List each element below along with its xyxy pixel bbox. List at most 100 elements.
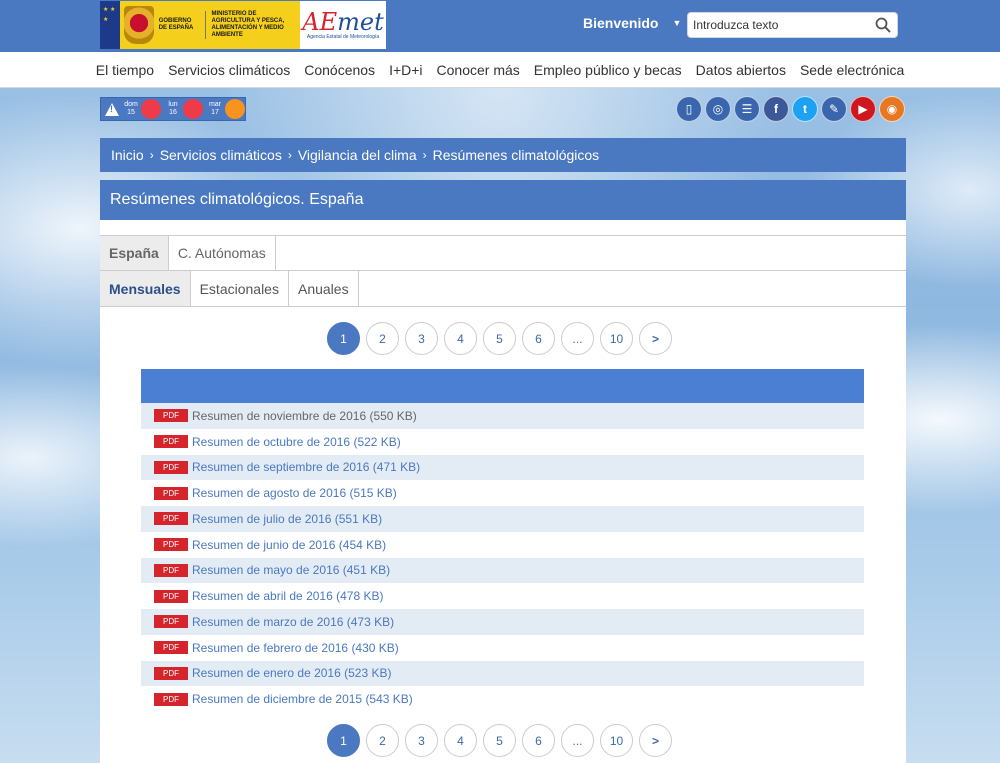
alert-level-icon[interactable] [141, 99, 161, 119]
document-link[interactable]: Resumen de agosto de 2016 (515 KB) [192, 486, 397, 500]
pdf-icon[interactable]: PDF [154, 589, 188, 603]
page-button-4[interactable]: 4 [444, 724, 477, 757]
page-button-3[interactable]: 3 [405, 724, 438, 757]
page-button-4[interactable]: 4 [444, 322, 477, 355]
page-button-5[interactable]: 5 [483, 724, 516, 757]
weather-alerts[interactable]: dom15 lun16 mar17 [100, 97, 246, 121]
list-icon[interactable]: ☰ [734, 96, 760, 122]
eu-flag-icon [100, 1, 120, 49]
rss-icon[interactable]: ◉ [879, 96, 905, 122]
document-link[interactable]: Resumen de mayo de 2016 (451 KB) [192, 563, 390, 577]
nav-item-datos-abiertos[interactable]: Datos abiertos [696, 62, 786, 78]
twitter-icon[interactable]: t [792, 96, 818, 122]
alert-day-number: 15 [127, 109, 135, 116]
page-button-6[interactable]: 6 [522, 322, 555, 355]
welcome-menu[interactable]: Bienvenido ▼ [583, 15, 681, 31]
search-input[interactable] [688, 13, 868, 37]
pdf-icon[interactable]: PDF [154, 486, 188, 500]
page-button-2[interactable]: 2 [366, 322, 399, 355]
document-link[interactable]: Resumen de octubre de 2016 (522 KB) [192, 435, 401, 449]
pdf-icon[interactable]: PDF [154, 666, 188, 680]
pdf-icon[interactable]: PDF [154, 409, 188, 423]
pdf-icon[interactable]: PDF [154, 538, 188, 552]
chevron-down-icon: ▼ [672, 18, 682, 28]
next-page-button[interactable]: > [639, 724, 672, 757]
tab-mensuales[interactable]: Mensuales [100, 271, 191, 306]
breadcrumb-inicio[interactable]: Inicio [111, 147, 144, 163]
alert-day-name: dom [124, 101, 138, 108]
table-row: PDF Resumen de febrero de 2016 (430 KB) [141, 634, 864, 661]
page-title: Resúmenes climatológicos. España [100, 180, 906, 220]
page-button-1[interactable]: 1 [327, 322, 360, 355]
nav-item-empleo[interactable]: Empleo público y becas [534, 62, 682, 78]
government-text: Gobierno de España [158, 18, 194, 31]
table-row: PDF Resumen de octubre de 2016 (522 KB) [141, 428, 864, 455]
main-panel: Resúmenes climatológicos. España España … [100, 180, 906, 763]
tab-estacionales[interactable]: Estacionales [191, 271, 289, 306]
alert-day-name: mar [208, 101, 222, 108]
breadcrumb: Inicio › Servicios climáticos › Vigilanc… [100, 138, 906, 172]
pdf-icon[interactable]: PDF [154, 641, 188, 655]
page-button-3[interactable]: 3 [405, 322, 438, 355]
document-link[interactable]: Resumen de julio de 2016 (551 KB) [192, 512, 382, 526]
tab-espana[interactable]: España [100, 236, 169, 270]
pdf-icon[interactable]: PDF [154, 692, 188, 706]
facebook-icon[interactable]: f [763, 96, 789, 122]
period-tabs: Mensuales Estacionales Anuales [100, 271, 906, 307]
table-row: PDF Resumen de mayo de 2016 (451 KB) [141, 557, 864, 584]
nav-item-conocer-mas[interactable]: Conocer más [437, 62, 520, 78]
page-button-10[interactable]: 10 [600, 322, 633, 355]
next-page-button[interactable]: > [639, 322, 672, 355]
page-button-1[interactable]: 1 [327, 724, 360, 757]
government-logo[interactable]: Gobierno de España Ministerio de Agricul… [100, 1, 300, 49]
blog-icon[interactable]: ✎ [821, 96, 847, 122]
table-row: PDF Resumen de marzo de 2016 (473 KB) [141, 609, 864, 635]
breadcrumb-servicios[interactable]: Servicios climáticos [160, 147, 282, 163]
table-row: PDF Resumen de julio de 2016 (551 KB) [141, 506, 864, 532]
nav-item-el-tiempo[interactable]: El tiempo [96, 62, 154, 78]
main-nav: El tiempo Servicios climáticos Conócenos… [0, 52, 1000, 88]
pdf-icon[interactable]: PDF [154, 512, 188, 526]
ministry-text: Ministerio de Agricultura y Pesca, Alime… [205, 11, 300, 39]
aemet-subtitle: Agencia Estatal de Meteorología [306, 34, 380, 40]
nav-item-sede-electronica[interactable]: Sede electrónica [800, 62, 904, 78]
documents-table: PDF Resumen de noviembre de 2016 (550 KB)… [141, 369, 864, 712]
breadcrumb-vigilancia[interactable]: Vigilancia del clima [298, 147, 417, 163]
nav-item-idi[interactable]: I+D+i [389, 62, 422, 78]
pdf-icon[interactable]: PDF [154, 615, 188, 629]
nav-item-servicios-climaticos[interactable]: Servicios climáticos [168, 62, 290, 78]
table-row: PDF Resumen de noviembre de 2016 (550 KB) [141, 403, 864, 429]
logo-area[interactable]: Gobierno de España Ministerio de Agricul… [100, 1, 386, 49]
page-button-10[interactable]: 10 [600, 724, 633, 757]
table-row: PDF Resumen de enero de 2016 (523 KB) [141, 660, 864, 687]
page-button-5[interactable]: 5 [483, 322, 516, 355]
region-tabs: España C. Autónomas [100, 235, 906, 271]
tab-autonomas[interactable]: C. Autónomas [169, 236, 276, 270]
document-link[interactable]: Resumen de marzo de 2016 (473 KB) [192, 615, 394, 629]
document-link[interactable]: Resumen de septiembre de 2016 (471 KB) [192, 460, 420, 474]
document-link[interactable]: Resumen de diciembre de 2015 (543 KB) [192, 692, 413, 706]
page-ellipsis: ... [561, 322, 594, 355]
aemet-logo[interactable]: AEmet Agencia Estatal de Meteorología [300, 1, 386, 49]
pdf-icon[interactable]: PDF [154, 435, 188, 449]
document-link[interactable]: Resumen de noviembre de 2016 (550 KB) [192, 409, 417, 423]
document-link[interactable]: Resumen de febrero de 2016 (430 KB) [192, 641, 399, 655]
document-link[interactable]: Resumen de abril de 2016 (478 KB) [192, 589, 383, 603]
top-header: Gobierno de España Ministerio de Agricul… [0, 0, 1000, 52]
search-icon[interactable] [875, 17, 891, 33]
mobile-icon[interactable]: ▯ [676, 96, 702, 122]
alert-level-icon[interactable] [225, 99, 245, 119]
page-button-6[interactable]: 6 [522, 724, 555, 757]
alert-level-icon[interactable] [183, 99, 203, 119]
breadcrumb-separator: › [287, 148, 292, 162]
nav-item-conocenos[interactable]: Conócenos [304, 62, 375, 78]
tab-anuales[interactable]: Anuales [289, 271, 359, 306]
page-button-2[interactable]: 2 [366, 724, 399, 757]
pdf-icon[interactable]: PDF [154, 460, 188, 474]
chatbot-icon[interactable]: ◎ [705, 96, 731, 122]
pdf-icon[interactable]: PDF [154, 563, 188, 577]
pagination-bottom: 1 2 3 4 5 6... 10 > [327, 724, 672, 757]
youtube-icon[interactable]: ▶ [850, 96, 876, 122]
document-link[interactable]: Resumen de junio de 2016 (454 KB) [192, 538, 386, 552]
document-link[interactable]: Resumen de enero de 2016 (523 KB) [192, 666, 391, 680]
